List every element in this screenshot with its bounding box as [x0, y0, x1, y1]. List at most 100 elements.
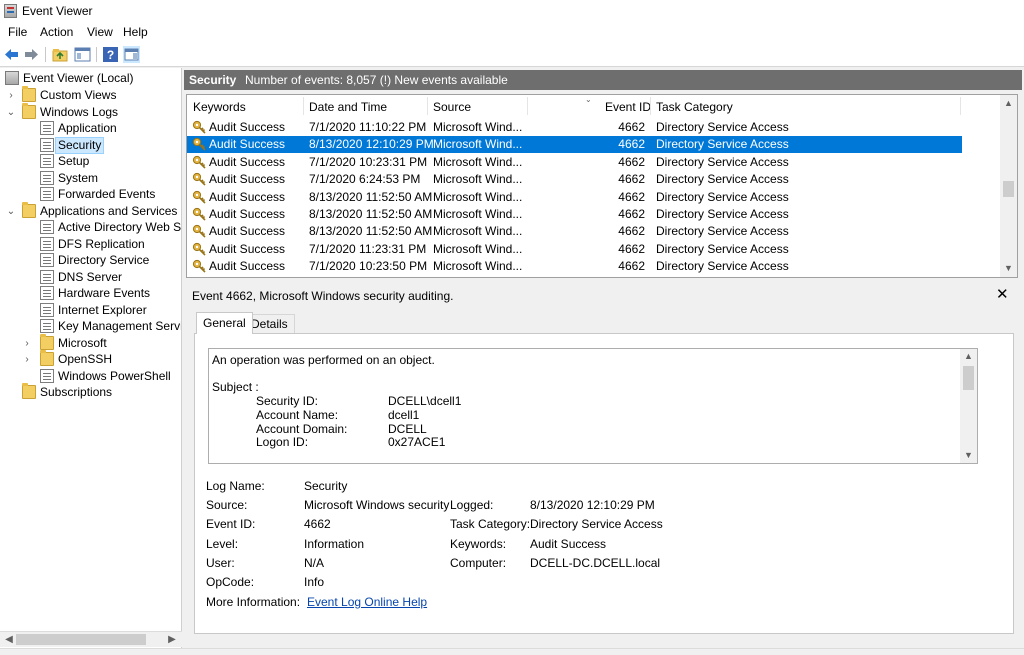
- table-row[interactable]: Audit Success 8/13/2020 11:52:50 AM Micros…: [187, 189, 962, 206]
- logged-label: Logged:: [450, 498, 494, 512]
- table-row[interactable]: Audit Success 8/13/2020 12:10:29 PM Micros…: [187, 136, 962, 154]
- tree-item-system[interactable]: System: [40, 170, 180, 187]
- scroll-up-icon[interactable]: ▲: [1000, 95, 1017, 112]
- event-description-box[interactable]: An operation was performed on an object.…: [208, 348, 978, 464]
- description-vertical-scrollbar[interactable]: ▲ ▼: [960, 349, 977, 463]
- table-row[interactable]: Audit Success 8/13/2020 11:52:50 AM Micros…: [187, 223, 962, 240]
- scrollbar-thumb[interactable]: [963, 366, 974, 390]
- cell-date-and-time: 8/13/2020 12:10:29 PM: [309, 137, 434, 152]
- table-row[interactable]: Audit Success 8/13/2020 11:52:50 AM Micros…: [187, 206, 962, 223]
- tree-item-directory-service[interactable]: Directory Service: [40, 252, 180, 269]
- event-viewer-icon: [5, 71, 19, 85]
- menu-file[interactable]: File: [8, 25, 27, 39]
- tree-item-windows-powershell[interactable]: Windows PowerShell: [40, 368, 180, 385]
- tree-item-applications-and-services[interactable]: ⌄ Applications and Services Lo: [6, 202, 181, 220]
- close-icon[interactable]: ✕: [996, 285, 1009, 303]
- cell-source: Microsoft Wind...: [433, 154, 523, 169]
- events-list[interactable]: Keywords Date and Time Source ⌄ Event ID…: [186, 94, 1018, 278]
- toolbar-separator: [96, 47, 97, 62]
- back-arrow-icon[interactable]: [3, 46, 20, 63]
- scroll-left-icon[interactable]: ◀: [2, 632, 16, 648]
- tree-item-label: Forwarded Events: [58, 187, 156, 201]
- column-header-keywords[interactable]: Keywords: [193, 100, 246, 114]
- tree-item-openssh[interactable]: › OpenSSH: [22, 350, 180, 368]
- table-row[interactable]: Audit Success 7/1/2020 11:10:22 PM Microso…: [187, 119, 962, 136]
- folder-icon: [40, 334, 54, 350]
- key-icon: [192, 120, 207, 135]
- scroll-down-icon[interactable]: ▼: [960, 448, 977, 463]
- column-header-date-and-time[interactable]: Date and Time: [309, 100, 387, 114]
- column-divider[interactable]: [527, 97, 528, 115]
- menu-view[interactable]: View: [87, 25, 113, 39]
- tree-item-internet-explorer[interactable]: Internet Explorer: [40, 302, 180, 319]
- chevron-down-icon[interactable]: ⌄: [6, 203, 16, 220]
- menu-action[interactable]: Action: [40, 25, 73, 39]
- cell-date-and-time: 7/1/2020 10:23:50 PM: [309, 259, 428, 274]
- tree-item-dns-server[interactable]: DNS Server: [40, 269, 180, 286]
- opcode-value: Info: [304, 575, 325, 589]
- up-folder-icon[interactable]: [52, 46, 69, 63]
- chevron-down-icon[interactable]: ⌄: [6, 104, 16, 121]
- cell-date-and-time: 8/13/2020 11:52:50 AM: [309, 207, 433, 221]
- table-row[interactable]: Audit Success 7/1/2020 10:23:31 PM Microso…: [187, 154, 962, 171]
- log-icon: [40, 171, 54, 185]
- tree-item-forwarded-events[interactable]: Forwarded Events: [40, 186, 180, 203]
- tree-item-subscriptions[interactable]: Subscriptions: [22, 383, 180, 401]
- event-log-online-help-link[interactable]: Event Log Online Help: [307, 595, 427, 609]
- cell-keywords: Audit Success: [209, 172, 286, 187]
- cell-task-category: Directory Service Access: [656, 224, 789, 239]
- column-header-task-category[interactable]: Task Category: [656, 100, 733, 114]
- tree-item-label: System: [58, 171, 99, 185]
- tree-item-label: Security: [55, 137, 105, 154]
- column-divider[interactable]: [303, 97, 304, 115]
- menu-bar: File Action View Help: [0, 22, 1024, 42]
- table-row[interactable]: Audit Success 7/1/2020 10:23:50 PM Microso…: [187, 258, 962, 275]
- cell-source: Microsoft Wind...: [433, 259, 523, 274]
- show-hide-tree-icon[interactable]: [74, 46, 91, 63]
- scrollbar-thumb[interactable]: [16, 634, 146, 645]
- cell-task-category: Directory Service Access: [656, 207, 789, 221]
- key-icon: [192, 242, 207, 257]
- chevron-right-icon[interactable]: ›: [6, 87, 16, 104]
- events-vertical-scrollbar[interactable]: ▲ ▼: [1000, 95, 1017, 277]
- column-divider[interactable]: [960, 97, 961, 115]
- user-value: N/A: [304, 556, 325, 570]
- cell-keywords: Audit Success: [209, 189, 286, 204]
- tree-horizontal-scrollbar[interactable]: ◀ ▶: [0, 631, 182, 647]
- column-divider[interactable]: [427, 97, 428, 115]
- tree-item-hardware-events[interactable]: Hardware Events: [40, 285, 180, 302]
- scroll-up-icon[interactable]: ▲: [960, 349, 977, 364]
- tree-item-custom-views[interactable]: › Custom Views: [6, 86, 180, 104]
- tree-item-label: DNS Server: [58, 270, 123, 284]
- chevron-right-icon[interactable]: ›: [22, 335, 32, 352]
- column-header-source[interactable]: Source: [433, 100, 471, 114]
- tree-item-windows-logs[interactable]: ⌄ Windows Logs: [6, 103, 180, 121]
- show-hide-action-pane-icon[interactable]: [123, 46, 140, 63]
- column-header-event-id[interactable]: Event ID: [605, 100, 651, 114]
- description-field-label: Account Name:: [256, 408, 339, 422]
- help-icon[interactable]: ?: [102, 46, 119, 63]
- table-row[interactable]: Audit Success 7/1/2020 11:23:31 PM Microso…: [187, 241, 962, 258]
- scroll-down-icon[interactable]: ▼: [1000, 260, 1017, 277]
- table-row[interactable]: Audit Success 7/1/2020 6:24:53 PM Microsof…: [187, 171, 962, 188]
- tree-item-label: Microsoft: [58, 336, 107, 350]
- cell-task-category: Directory Service Access: [656, 120, 789, 134]
- cell-event-id: 4662: [618, 137, 645, 152]
- tab-general[interactable]: General: [196, 312, 253, 334]
- forward-arrow-icon[interactable]: [23, 46, 40, 63]
- tree-item-application[interactable]: Application: [40, 120, 180, 137]
- column-divider[interactable]: [650, 97, 651, 115]
- menu-help[interactable]: Help: [123, 25, 148, 39]
- chevron-right-icon[interactable]: ›: [22, 351, 32, 368]
- scroll-right-icon[interactable]: ▶: [165, 632, 179, 648]
- logged-value: 8/13/2020 12:10:29 PM: [530, 498, 655, 512]
- tree-item-active-directory-web-services[interactable]: Active Directory Web Ser: [40, 219, 181, 236]
- cell-source: Microsoft Wind...: [433, 241, 523, 256]
- tree-item-setup[interactable]: Setup: [40, 153, 180, 170]
- tree-item-event-viewer-local[interactable]: Event Viewer (Local): [0, 70, 180, 87]
- tree-item-key-management-service[interactable]: Key Management Service: [40, 318, 181, 335]
- tree-item-security[interactable]: Security: [40, 137, 180, 154]
- tree-item-dfs-replication[interactable]: DFS Replication: [40, 236, 180, 253]
- source-label: Source:: [206, 498, 248, 512]
- scrollbar-thumb[interactable]: [1003, 181, 1014, 197]
